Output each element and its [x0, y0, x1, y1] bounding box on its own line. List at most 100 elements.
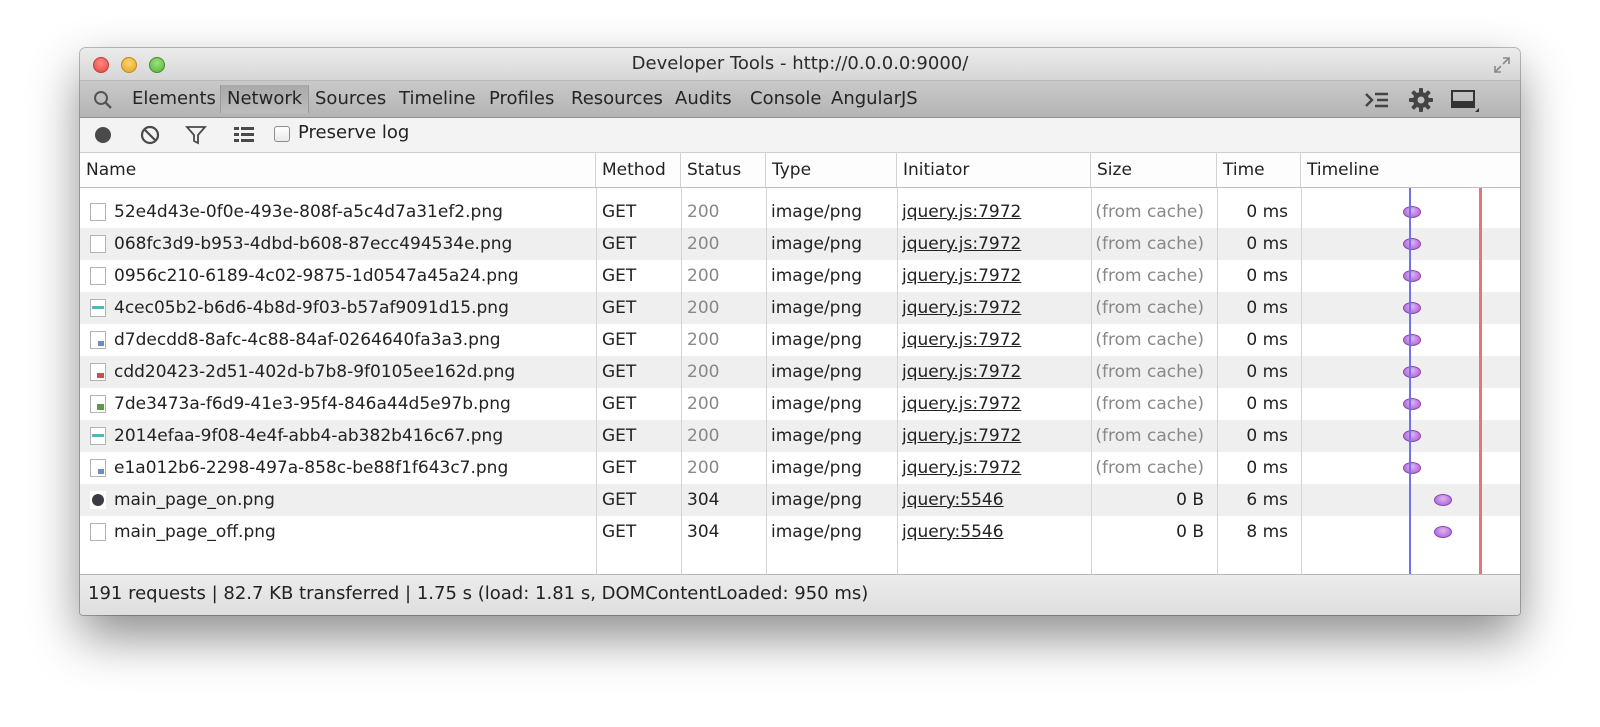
request-name: d7decdd8-8afc-4c88-84af-0264640fa3a3.png — [114, 330, 501, 350]
request-method: GET — [602, 362, 637, 382]
tab-console[interactable]: Console — [744, 85, 827, 113]
devtools-window: Developer Tools - http://0.0.0.0:9000/ E… — [80, 48, 1520, 615]
column-header-timeline[interactable]: Timeline — [1301, 153, 1520, 187]
request-method: GET — [602, 490, 637, 510]
request-time: 0 ms — [1246, 394, 1288, 414]
table-header: Name Method Status Type Initiator Size T… — [80, 153, 1520, 188]
waterfall-bar[interactable] — [1403, 302, 1421, 314]
table-row[interactable]: 52e4d43e-0f0e-493e-808f-a5c4d7a31ef2.png… — [80, 196, 1520, 228]
request-name: main_page_off.png — [114, 522, 276, 542]
waterfall-bar[interactable] — [1403, 334, 1421, 346]
gear-icon[interactable] — [1408, 87, 1434, 113]
waterfall-bar[interactable] — [1403, 398, 1421, 410]
request-method: GET — [602, 330, 637, 350]
search-icon[interactable] — [92, 89, 114, 111]
waterfall-bar[interactable] — [1434, 526, 1452, 538]
request-status: 304 — [687, 490, 720, 510]
clear-icon[interactable] — [139, 124, 161, 146]
tab-audits[interactable]: Audits — [669, 85, 738, 113]
request-size: (from cache) — [1095, 202, 1204, 222]
waterfall-bar[interactable] — [1403, 366, 1421, 378]
table-row[interactable]: e1a012b6-2298-497a-858c-be88f1f643c7.png… — [80, 452, 1520, 484]
dom-content-loaded-marker — [1409, 188, 1411, 574]
list-view-icon[interactable] — [233, 124, 255, 146]
image-thumbnail-icon — [90, 459, 106, 477]
column-divider — [1301, 188, 1302, 574]
table-row[interactable]: 7de3473a-f6d9-41e3-95f4-846a44d5e97b.png… — [80, 388, 1520, 420]
console-drawer-icon[interactable] — [1364, 89, 1390, 111]
fullscreen-icon[interactable] — [1492, 55, 1512, 75]
request-initiator-link[interactable]: jquery.js:7972 — [902, 420, 1088, 452]
request-type: image/png — [771, 426, 863, 446]
waterfall-bar[interactable] — [1403, 462, 1421, 474]
request-method: GET — [602, 266, 637, 286]
window-title: Developer Tools - http://0.0.0.0:9000/ — [631, 53, 969, 74]
table-row[interactable]: 0956c210-6189-4c02-9875-1d0547a45a24.png… — [80, 260, 1520, 292]
request-initiator-link[interactable]: jquery.js:7972 — [902, 356, 1088, 388]
column-header-initiator[interactable]: Initiator — [897, 153, 1091, 187]
waterfall-bar[interactable] — [1403, 430, 1421, 442]
file-icon — [90, 235, 106, 253]
request-size: 0 B — [1176, 522, 1204, 542]
record-icon[interactable] — [92, 124, 114, 146]
waterfall-bar[interactable] — [1403, 270, 1421, 282]
request-initiator-link[interactable]: jquery.js:7972 — [902, 388, 1088, 420]
column-header-method[interactable]: Method — [596, 153, 681, 187]
table-row[interactable]: main_page_on.png GET 304 image/png jquery:55… — [80, 484, 1520, 516]
request-initiator-link[interactable]: jquery:5546 — [902, 484, 1088, 516]
request-initiator-link[interactable]: jquery.js:7972 — [902, 260, 1088, 292]
table-row[interactable]: 2014efaa-9f08-4e4f-abb4-ab382b416c67.png… — [80, 420, 1520, 452]
column-header-size[interactable]: Size — [1091, 153, 1217, 187]
image-thumbnail-icon — [90, 427, 106, 445]
column-header-name[interactable]: Name — [80, 153, 596, 187]
table-row[interactable]: d7decdd8-8afc-4c88-84af-0264640fa3a3.png… — [80, 324, 1520, 356]
table-row[interactable]: 4cec05b2-b6d6-4b8d-9f03-b57af9091d15.png… — [80, 292, 1520, 324]
request-method: GET — [602, 202, 637, 222]
request-initiator-link[interactable]: jquery.js:7972 — [902, 228, 1088, 260]
request-type: image/png — [771, 490, 863, 510]
table-row[interactable]: 068fc3d9-b953-4dbd-b608-87ecc494534e.png… — [80, 228, 1520, 260]
dock-side-icon[interactable] — [1450, 88, 1480, 114]
preserve-log-checkbox[interactable] — [274, 126, 290, 142]
request-method: GET — [602, 522, 637, 542]
request-size: (from cache) — [1095, 330, 1204, 350]
column-header-time[interactable]: Time — [1217, 153, 1301, 187]
tab-angularjs[interactable]: AngularJS — [825, 85, 924, 113]
tab-profiles[interactable]: Profiles — [483, 85, 560, 113]
waterfall-bar[interactable] — [1434, 494, 1452, 506]
request-time: 0 ms — [1246, 426, 1288, 446]
file-icon — [90, 203, 106, 221]
request-size: 0 B — [1176, 490, 1204, 510]
filter-icon[interactable] — [185, 124, 207, 146]
column-header-type[interactable]: Type — [766, 153, 897, 187]
request-initiator-link[interactable]: jquery.js:7972 — [902, 196, 1088, 228]
request-name: 7de3473a-f6d9-41e3-95f4-846a44d5e97b.png — [114, 394, 511, 414]
tab-sources[interactable]: Sources — [309, 85, 392, 113]
tab-network[interactable]: Network — [220, 85, 310, 113]
request-time: 0 ms — [1246, 266, 1288, 286]
request-type: image/png — [771, 458, 863, 478]
request-initiator-link[interactable]: jquery:5546 — [902, 516, 1088, 548]
tab-elements[interactable]: Elements — [126, 85, 222, 113]
request-size: (from cache) — [1095, 394, 1204, 414]
request-type: image/png — [771, 394, 863, 414]
column-divider — [596, 188, 597, 574]
request-initiator-link[interactable]: jquery.js:7972 — [902, 292, 1088, 324]
waterfall-bar[interactable] — [1403, 206, 1421, 218]
request-initiator-link[interactable]: jquery.js:7972 — [902, 324, 1088, 356]
request-type: image/png — [771, 234, 863, 254]
column-header-status[interactable]: Status — [681, 153, 766, 187]
request-initiator-link[interactable]: jquery.js:7972 — [902, 452, 1088, 484]
request-time: 0 ms — [1246, 298, 1288, 318]
request-name: 068fc3d9-b953-4dbd-b608-87ecc494534e.png — [114, 234, 513, 254]
request-status: 200 — [687, 234, 720, 254]
waterfall-bar[interactable] — [1403, 238, 1421, 250]
title-bar[interactable]: Developer Tools - http://0.0.0.0:9000/ — [80, 48, 1520, 81]
tab-timeline[interactable]: Timeline — [393, 85, 482, 113]
request-time: 0 ms — [1246, 458, 1288, 478]
request-type: image/png — [771, 266, 863, 286]
request-name: 0956c210-6189-4c02-9875-1d0547a45a24.png — [114, 266, 519, 286]
tab-resources[interactable]: Resources — [565, 85, 669, 113]
table-row[interactable]: main_page_off.png GET 304 image/png jquery:5… — [80, 516, 1520, 548]
table-row[interactable]: cdd20423-2d51-402d-b7b8-9f0105ee162d.png… — [80, 356, 1520, 388]
